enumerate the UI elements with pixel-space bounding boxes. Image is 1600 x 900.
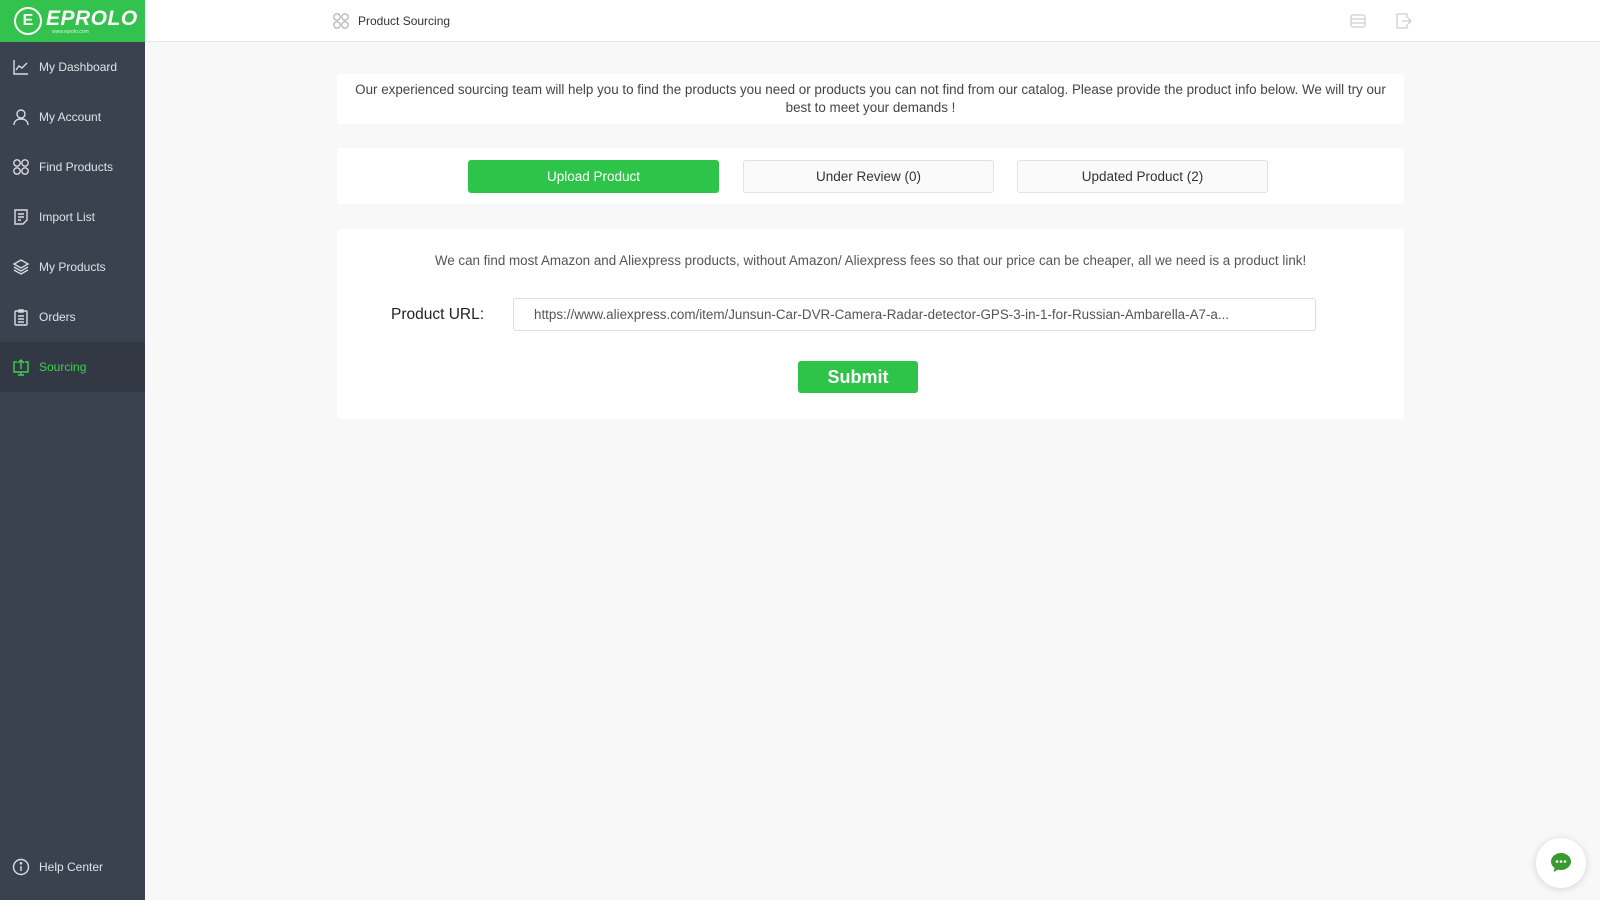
sidebar-item-orders[interactable]: Orders — [0, 292, 145, 342]
chart-line-icon — [12, 58, 30, 76]
tab-bar: Upload Product Under Review (0) Updated … — [337, 148, 1404, 204]
brand-subtitle: www.eprolo.com — [52, 28, 89, 35]
chat-button[interactable] — [1536, 838, 1586, 888]
logo[interactable]: E EPROLO www.eprolo.com — [0, 0, 145, 42]
tab-upload-product[interactable]: Upload Product — [468, 160, 719, 193]
form-description: We can find most Amazon and Aliexpress p… — [434, 253, 1307, 268]
layers-icon — [12, 258, 30, 276]
sidebar-item-account[interactable]: My Account — [0, 92, 145, 142]
user-icon — [12, 108, 30, 126]
info-icon — [12, 858, 30, 876]
tab-updated-product[interactable]: Updated Product (2) — [1017, 160, 1268, 193]
document-icon — [12, 208, 30, 226]
logout-icon[interactable] — [1393, 11, 1413, 31]
sidebar-item-label: Find Products — [39, 160, 114, 174]
logo-mark-icon: E — [14, 7, 42, 35]
intro-text: Our experienced sourcing team will help … — [355, 82, 1386, 115]
sidebar-item-label: My Products — [39, 260, 106, 274]
sidebar-item-label: Import List — [39, 210, 96, 224]
page-title: Product Sourcing — [358, 14, 451, 28]
sidebar-item-dashboard[interactable]: My Dashboard — [0, 42, 145, 92]
sidebar-item-label: My Account — [39, 110, 102, 124]
sidebar-item-my-products[interactable]: My Products — [0, 242, 145, 292]
submit-button[interactable]: Submit — [798, 361, 918, 393]
brand-name: EPROLO — [46, 6, 138, 30]
sidebar-item-label: My Dashboard — [39, 60, 118, 74]
sidebar: E EPROLO www.eprolo.com My Dashboard My … — [0, 0, 145, 900]
upload-form: We can find most Amazon and Aliexpress p… — [337, 229, 1404, 419]
clipboard-icon — [12, 308, 30, 326]
sidebar-item-label: Sourcing — [39, 360, 87, 374]
breadcrumb: Product Sourcing — [332, 12, 450, 30]
sidebar-item-import-list[interactable]: Import List — [0, 192, 145, 242]
sidebar-item-sourcing[interactable]: Sourcing — [0, 342, 145, 392]
grid-circles-icon — [333, 13, 349, 29]
storage-icon[interactable] — [1348, 11, 1368, 31]
product-url-input[interactable] — [513, 298, 1316, 331]
chat-bubble-icon — [1551, 853, 1571, 872]
sidebar-item-find-products[interactable]: Find Products — [0, 142, 145, 192]
upload-monitor-icon — [12, 358, 30, 376]
tab-under-review[interactable]: Under Review (0) — [743, 160, 994, 193]
sidebar-item-help-center[interactable]: Help Center — [0, 842, 145, 892]
sidebar-item-label: Help Center — [39, 860, 104, 874]
sidebar-item-label: Orders — [39, 310, 76, 324]
grid-circles-icon — [12, 158, 30, 176]
top-bar: Product Sourcing — [145, 0, 1600, 42]
product-url-label: Product URL: — [391, 306, 485, 323]
intro-card: Our experienced sourcing team will help … — [337, 74, 1404, 124]
